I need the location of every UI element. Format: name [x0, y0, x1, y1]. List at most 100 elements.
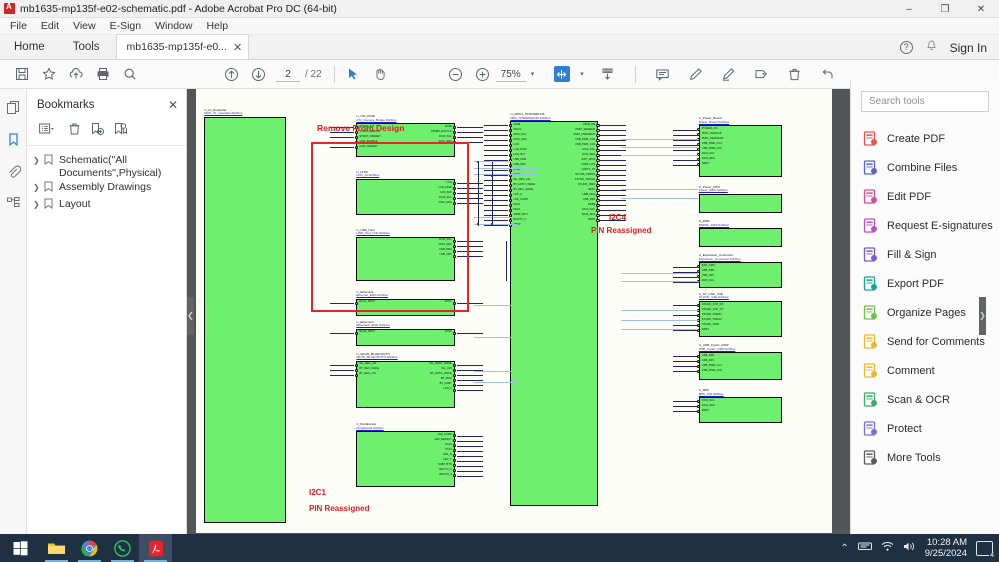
- add-to-favorites-icon[interactable]: [35, 61, 62, 88]
- tool-item-combine-files[interactable]: Combine Files: [851, 153, 999, 182]
- menu-file[interactable]: File: [3, 19, 34, 33]
- sheet-link[interactable]: Power_Board.SchDoc: [699, 121, 729, 125]
- page-thumbnails-icon[interactable]: [4, 98, 22, 116]
- fit-page-icon[interactable]: [548, 61, 575, 88]
- whatsapp-icon[interactable]: [106, 534, 139, 562]
- annotation-text-4[interactable]: PIN Reassigned: [309, 504, 369, 513]
- collapse-right-panel-handle[interactable]: ❯: [979, 297, 986, 335]
- tab-tools[interactable]: Tools: [59, 34, 114, 59]
- block-power-mpu[interactable]: [699, 194, 782, 213]
- bookmark-item-schematic[interactable]: ❯ Schematic("All Documents",Physical): [27, 153, 186, 180]
- tool-item-send-for-comments[interactable]: Send for Comments: [851, 327, 999, 356]
- tool-item-scan-ocr[interactable]: Scan & OCR: [851, 385, 999, 414]
- draw-icon[interactable]: [715, 61, 742, 88]
- help-icon[interactable]: ?: [900, 41, 913, 54]
- options-icon[interactable]: [36, 119, 56, 138]
- close-icon[interactable]: ✕: [233, 41, 242, 54]
- block-ddr3[interactable]: [699, 228, 782, 247]
- annotation-text-1[interactable]: I2C4: [609, 213, 626, 222]
- sheet-link[interactable]: Power_MPU.SchDoc: [699, 189, 728, 193]
- volume-icon[interactable]: [903, 541, 916, 555]
- sheet-link[interactable]: Expansion_Connector.SchDoc: [699, 258, 741, 262]
- edit-bookmark-icon[interactable]: [110, 119, 130, 138]
- tool-item-fill-sign[interactable]: Fill & Sign: [851, 240, 999, 269]
- tool-item-edit-pdf[interactable]: Edit PDF: [851, 182, 999, 211]
- upload-icon[interactable]: [62, 61, 89, 88]
- layers-icon[interactable]: [4, 194, 22, 212]
- menu-esign[interactable]: E-Sign: [103, 19, 149, 33]
- zoom-level-input[interactable]: 75%: [496, 67, 526, 82]
- pdf-page[interactable]: U_IO_ExpanderMCP_IO_expander.SchDocU_CSI…: [196, 89, 832, 533]
- menu-window[interactable]: Window: [148, 19, 199, 33]
- next-page-icon[interactable]: [245, 61, 272, 88]
- chrome-icon[interactable]: [73, 534, 106, 562]
- sheet-link[interactable]: Ethernet2_ENG.SchDoc: [356, 324, 390, 328]
- tool-item-create-pdf[interactable]: Create PDF: [851, 124, 999, 153]
- zoom-out-icon[interactable]: [442, 61, 469, 88]
- wifi-icon[interactable]: [881, 541, 894, 555]
- remove-from-design-box[interactable]: [311, 142, 469, 312]
- chevron-right-icon-3[interactable]: ❯: [33, 198, 44, 212]
- comment-icon[interactable]: [649, 61, 676, 88]
- tool-item-export-pdf[interactable]: Export PDF: [851, 269, 999, 298]
- delete-icon[interactable]: [781, 61, 808, 88]
- chevron-right-icon[interactable]: ❯: [33, 154, 44, 168]
- sheet-link[interactable]: USB_TypeC_DRP.SchDoc: [699, 348, 736, 352]
- close-icon-bookmarks[interactable]: ✕: [168, 98, 178, 112]
- start-icon[interactable]: [0, 534, 40, 562]
- new-bookmark-icon[interactable]: [87, 119, 107, 138]
- annotation-text-2[interactable]: PIN Reassigned: [591, 226, 651, 235]
- page-number-input[interactable]: 2: [276, 67, 300, 82]
- chevron-down-icon[interactable]: ▾: [531, 70, 535, 78]
- sheet-link[interactable]: MCP_IO_expander.SchDoc: [204, 112, 242, 116]
- sheet-link[interactable]: MPU_STM32MP135.SchDoc: [510, 117, 550, 121]
- previous-page-icon[interactable]: [218, 61, 245, 88]
- close-button[interactable]: ✕: [963, 0, 999, 18]
- annotation-text-3[interactable]: I2C1: [309, 488, 326, 497]
- sheet-link[interactable]: CSI_Camera_Bridge.SchDoc: [356, 119, 396, 123]
- collapse-left-panel-handle[interactable]: ❮: [187, 297, 194, 335]
- zoom-in-icon[interactable]: [469, 61, 496, 88]
- tool-item-protect[interactable]: Protect: [851, 414, 999, 443]
- acrobat-icon[interactable]: [139, 534, 172, 562]
- save-icon[interactable]: [8, 61, 35, 88]
- chevron-right-icon-2[interactable]: ❯: [33, 181, 44, 195]
- menu-view[interactable]: View: [66, 19, 103, 33]
- block-io-expander[interactable]: [204, 117, 285, 524]
- tab-document[interactable]: mb1635-mp135f-e0... ✕: [116, 34, 250, 59]
- menu-edit[interactable]: Edit: [34, 19, 66, 33]
- attachments-icon[interactable]: [4, 162, 22, 180]
- undo-icon[interactable]: [814, 61, 841, 88]
- tool-item-organize-pages[interactable]: Organize Pages: [851, 298, 999, 327]
- delete-bookmark-icon[interactable]: [64, 119, 84, 138]
- hand-tool-icon[interactable]: [367, 61, 394, 88]
- hardware-icon[interactable]: [858, 541, 872, 555]
- search-icon[interactable]: [116, 61, 143, 88]
- sheet-link[interactable]: Peripherals.SchDoc: [356, 427, 383, 431]
- sheet-link[interactable]: MIPI_CSI.SchDoc: [699, 393, 724, 397]
- highlight-icon[interactable]: [682, 61, 709, 88]
- notifications-icon[interactable]: 4: [976, 541, 993, 556]
- menu-help[interactable]: Help: [199, 19, 235, 33]
- minimize-button[interactable]: –: [891, 0, 927, 18]
- bell-icon[interactable]: [926, 40, 937, 55]
- taskbar-clock[interactable]: 10:28 AM 9/25/2024: [925, 537, 967, 559]
- tool-item-request-e-signatures[interactable]: Request E-signatures: [851, 211, 999, 240]
- sheet-link[interactable]: WLAN_BLUETOOTH.SchDoc: [356, 356, 397, 360]
- tool-item-more-tools[interactable]: More Tools: [851, 443, 999, 472]
- sign-in-button[interactable]: Sign In: [950, 41, 987, 55]
- tab-home[interactable]: Home: [0, 34, 59, 59]
- search-tools-input[interactable]: Search tools: [861, 91, 989, 112]
- chevron-up-icon[interactable]: ⌃: [840, 543, 848, 554]
- bookmark-item-layout[interactable]: ❯ Layout: [27, 197, 186, 214]
- annotation-text-0[interactable]: Remove From Design: [317, 123, 404, 133]
- stamp-icon[interactable]: [748, 61, 775, 88]
- sheet-link[interactable]: DDR3L_16bit.SchDoc: [699, 224, 729, 228]
- read-mode-icon[interactable]: [594, 61, 621, 88]
- print-icon[interactable]: [89, 61, 116, 88]
- sheet-link[interactable]: STLINK_V3E.SchDoc: [699, 296, 729, 300]
- bookmark-item-assembly[interactable]: ❯ Assembly Drawings: [27, 180, 186, 197]
- chevron-down-icon-fit[interactable]: ▾: [580, 70, 584, 78]
- bookmarks-icon[interactable]: [4, 130, 22, 148]
- tool-item-comment[interactable]: Comment: [851, 356, 999, 385]
